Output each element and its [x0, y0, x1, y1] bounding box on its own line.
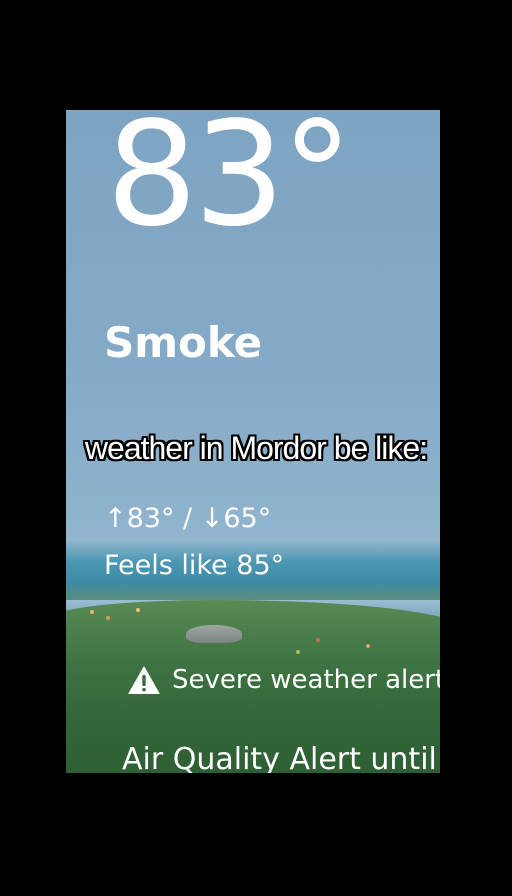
flower-decoration	[136, 608, 140, 612]
flower-decoration	[106, 616, 110, 620]
video-frame: 83° Smoke ↑83° / ↓65° Feels like 85° Sev…	[0, 0, 512, 896]
flower-decoration	[316, 638, 320, 642]
warning-triangle-icon	[128, 666, 160, 694]
severe-weather-alert-button[interactable]: Severe weather alerts	[126, 660, 440, 700]
high-low-temperature: ↑83° / ↓65°	[104, 503, 272, 534]
weather-condition: Smoke	[104, 318, 263, 367]
feels-like-temperature: Feels like 85°	[104, 550, 285, 581]
flower-decoration	[296, 650, 300, 654]
current-temperature: 83°	[106, 110, 353, 258]
rock-decoration	[186, 625, 242, 643]
flower-decoration	[366, 644, 370, 648]
alert-label: Severe weather alerts	[172, 665, 440, 695]
flower-decoration	[90, 610, 94, 614]
meme-caption: weather in Mordor be like:	[84, 430, 428, 466]
air-quality-alert-text[interactable]: Air Quality Alert until	[122, 742, 437, 773]
